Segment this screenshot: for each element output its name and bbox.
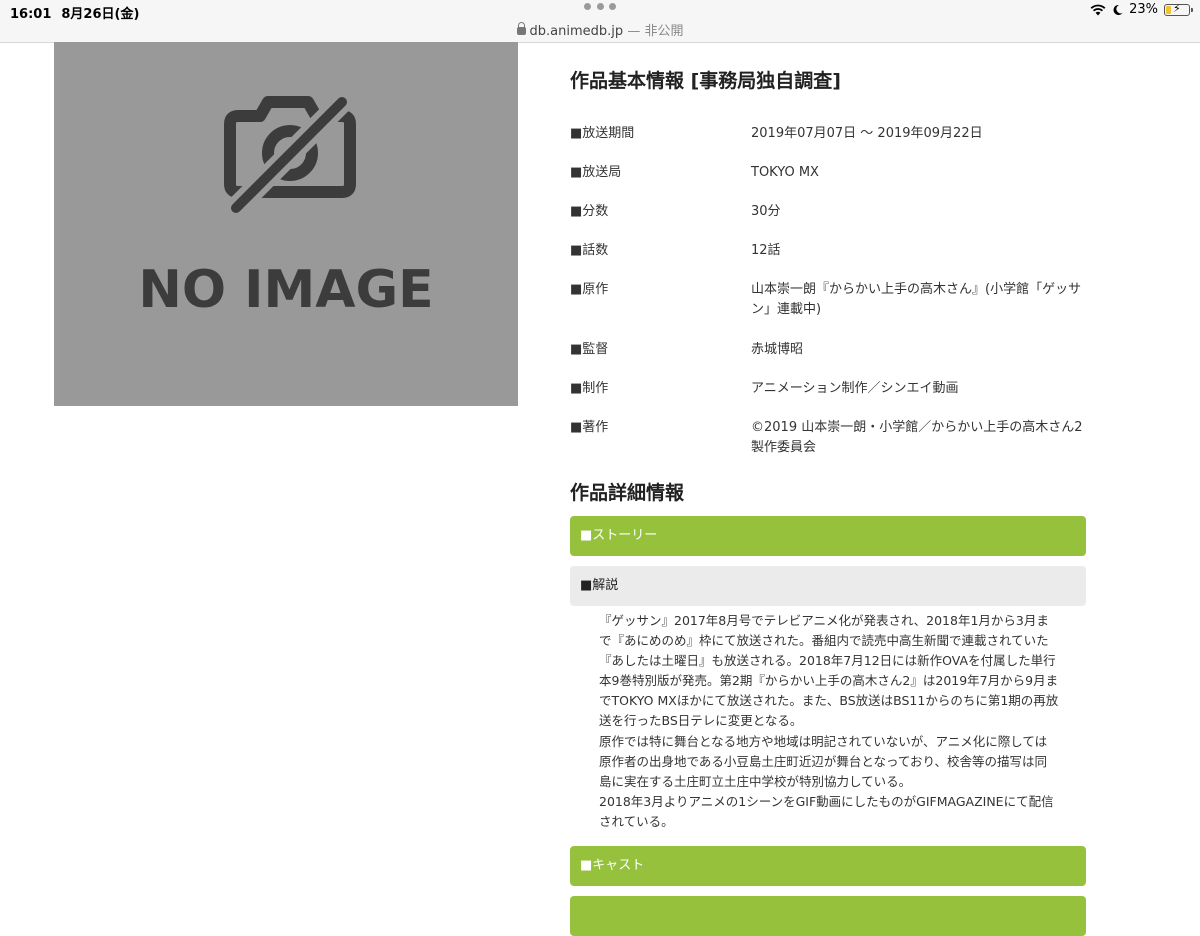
info-label: ■制作 — [570, 381, 609, 396]
no-image-placeholder: NO IMAGE — [54, 42, 518, 406]
info-label: ■著作 — [570, 420, 609, 435]
battery-icon: ⚡ — [1164, 1, 1193, 16]
wifi-icon — [1090, 4, 1106, 15]
info-label: ■話数 — [570, 243, 609, 258]
info-value: 赤城博昭 — [751, 342, 804, 357]
address-bar[interactable]: db.animedb.jp — 非公開 — [0, 20, 1200, 39]
info-label: ■放送局 — [570, 165, 622, 180]
cast-accordion-header[interactable]: ■キャスト — [570, 846, 1086, 886]
info-label: ■原作 — [570, 282, 609, 297]
commentary-paragraph: 『ゲッサン』2017年8月号でテレビアニメ化が発表され、2018年1月から3月ま… — [599, 613, 1059, 729]
status-indicators: 23% ⚡ — [1090, 1, 1193, 17]
info-label: ■放送期間 — [570, 126, 635, 141]
story-accordion-header[interactable]: ■ストーリー — [570, 516, 1086, 556]
lock-icon — [516, 22, 526, 35]
commentary-paragraph: 2018年3月よりアニメの1シーンをGIF動画にしたものがGIFMAGAZINE… — [599, 793, 1054, 829]
camera-crossed-icon — [224, 94, 356, 216]
url-text: db.animedb.jp — [529, 24, 624, 39]
private-label: — 非公開 — [627, 24, 684, 39]
info-value: 2019年07月07日 〜 2019年09月22日 — [751, 126, 983, 141]
battery-level — [1166, 5, 1171, 14]
info-value: ©2019 山本崇一朗・小学館／からかい上手の高木さん2製作委員会 — [751, 420, 1083, 455]
charging-bolt-icon: ⚡ — [1173, 1, 1181, 15]
commentary-paragraph: 原作では特に舞台となる地方や地域は明記されていないが、アニメ化に際しては原作者の… — [599, 733, 1048, 789]
info-value: 30分 — [751, 204, 781, 219]
status-bar: 16:01 8月26日(金) db.animedb.jp — 非公開 23% ⚡ — [0, 0, 1200, 43]
info-value: 12話 — [751, 243, 781, 258]
basic-info-title: 作品基本情報 [事務局独自調査] — [570, 70, 841, 92]
battery-percent: 23% — [1129, 2, 1158, 17]
info-value: 山本崇一朗『からかい上手の高木さん』(小学館「ゲッサン」連載中) — [751, 282, 1082, 317]
no-image-text: NO IMAGE — [138, 260, 434, 320]
info-label: ■分数 — [570, 204, 609, 219]
info-label: ■監督 — [570, 342, 609, 357]
commentary-accordion-header[interactable]: ■解説 — [570, 566, 1086, 606]
info-value: アニメーション制作／シンエイ動画 — [751, 381, 959, 396]
commentary-body: 『ゲッサン』2017年8月号でテレビアニメ化が発表され、2018年1月から3月ま… — [599, 611, 1059, 832]
detail-info-title: 作品詳細情報 — [570, 482, 685, 504]
info-value: TOKYO MX — [751, 165, 819, 180]
moon-icon — [1113, 4, 1123, 15]
next-accordion-header[interactable] — [570, 896, 1086, 936]
multitasking-dots-icon[interactable] — [584, 1, 616, 11]
